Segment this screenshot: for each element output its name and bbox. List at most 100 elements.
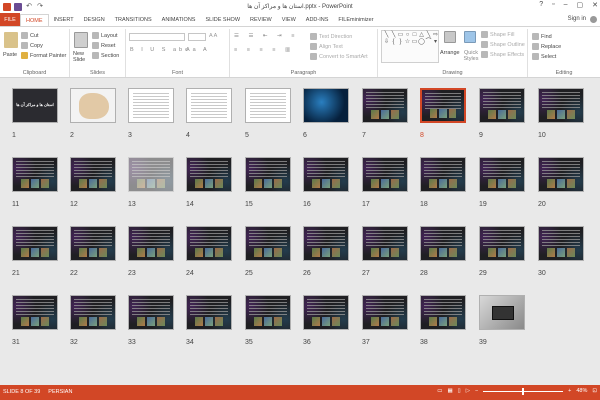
reset-button[interactable]: Reset [92, 42, 115, 49]
replace-button[interactable]: Replace [532, 43, 561, 50]
zoom-slider[interactable] [483, 387, 564, 395]
copy-button[interactable]: Copy [21, 42, 43, 49]
paste-icon[interactable] [4, 32, 18, 48]
shape-fill-button[interactable]: Shape Fill [481, 31, 514, 38]
ribbon-display-icon[interactable]: ▫ [552, 1, 554, 9]
slide-thumbnail[interactable] [303, 226, 349, 261]
shape-effects-button[interactable]: Shape Effects [481, 51, 524, 58]
slide-thumbnail[interactable] [303, 295, 349, 330]
tab-file[interactable]: FILE [0, 13, 20, 26]
slide-thumbnail[interactable] [128, 157, 174, 192]
help-icon[interactable]: ? [539, 1, 543, 9]
slide-thumbnail[interactable] [245, 157, 291, 192]
zoom-level[interactable]: 48% [576, 388, 587, 394]
font-format-buttons[interactable]: B I U S abc [130, 47, 191, 53]
maximize-icon[interactable]: ▢ [577, 1, 584, 9]
slide-thumbnail[interactable] [70, 88, 116, 123]
slide-thumbnail[interactable] [420, 295, 466, 330]
slide-thumbnail[interactable] [70, 226, 116, 261]
slide-thumbnail[interactable] [362, 295, 408, 330]
normal-view-icon[interactable]: ▭ [437, 388, 442, 394]
shape-triangle-icon[interactable]: △ [418, 32, 425, 39]
font-name-select[interactable] [129, 33, 185, 41]
shape-oval-icon[interactable]: ○ [404, 32, 411, 39]
slide-thumbnail[interactable] [479, 226, 525, 261]
arrange-icon[interactable] [444, 31, 456, 43]
shapes-gallery[interactable]: ╲ ╲ ▭ ○ □ △ ╲ ⇨ ⇩{} ☆ ▭ ◯ ⌒ ▾ [381, 30, 439, 63]
slide-thumbnail[interactable] [362, 88, 408, 123]
feedback-smiley-icon[interactable] [590, 16, 597, 23]
shape-more-icon[interactable]: ▾ [432, 39, 439, 46]
shape-line-icon[interactable]: ╲ [383, 32, 390, 39]
tab-add-ins[interactable]: ADD-INS [301, 14, 334, 26]
minimize-icon[interactable]: – [564, 1, 568, 9]
tab-design[interactable]: DESIGN [79, 14, 110, 26]
shape-arrow-icon[interactable]: ⇨ [432, 32, 439, 39]
section-button[interactable]: Section [92, 52, 119, 59]
slide-thumbnail[interactable] [245, 295, 291, 330]
paste-button[interactable]: Paste [3, 52, 17, 58]
tab-home[interactable]: HOME [20, 14, 49, 26]
shape-rect-icon[interactable]: □ [411, 32, 418, 39]
quick-styles-button[interactable]: Quick Styles [461, 50, 481, 62]
tab-fileminimizer[interactable]: FILEminimizer [333, 14, 378, 26]
shape-arrow-icon[interactable]: ⇩ [383, 39, 390, 46]
shape-outline-button[interactable]: Shape Outline [481, 41, 525, 48]
shape-oval-icon[interactable]: ◯ [418, 39, 425, 46]
slide-thumbnail[interactable] [538, 157, 584, 192]
layout-button[interactable]: Layout [92, 32, 118, 39]
slide-thumbnail[interactable] [186, 88, 232, 123]
new-slide-icon[interactable] [74, 32, 88, 48]
sign-in-link[interactable]: Sign in [568, 16, 586, 22]
convert-smartart-button[interactable]: Convert to SmartArt [310, 53, 368, 60]
new-slide-button[interactable]: New Slide [73, 51, 93, 63]
shape-brace-icon[interactable]: } [397, 39, 404, 46]
slide-thumbnail[interactable] [128, 88, 174, 123]
slide-thumbnail[interactable] [538, 226, 584, 261]
slide-thumbnail[interactable] [70, 157, 116, 192]
slide-thumbnail[interactable] [420, 226, 466, 261]
select-button[interactable]: Select [532, 53, 556, 60]
shape-rect-icon[interactable]: ▭ [411, 39, 418, 46]
tab-transitions[interactable]: TRANSITIONS [110, 14, 157, 26]
tab-animations[interactable]: ANIMATIONS [157, 14, 201, 26]
tab-view[interactable]: VIEW [277, 14, 301, 26]
slide-thumbnail[interactable] [186, 157, 232, 192]
font-color-buttons[interactable]: Aa A [186, 47, 210, 53]
slide-thumbnail[interactable] [245, 88, 291, 123]
shape-rect-icon[interactable]: ▭ [397, 32, 404, 39]
zoom-in-button[interactable]: + [568, 388, 571, 394]
slide-thumbnail[interactable] [303, 88, 349, 123]
reading-view-icon[interactable]: ▯ [458, 388, 461, 394]
slide-thumbnail[interactable] [245, 226, 291, 261]
format-painter-button[interactable]: Format Painter [21, 52, 66, 59]
tab-insert[interactable]: INSERT [49, 14, 79, 26]
cut-button[interactable]: Cut [21, 32, 39, 39]
find-button[interactable]: Find [532, 33, 552, 40]
language-indicator[interactable]: PERSIAN [48, 389, 72, 395]
list-buttons[interactable]: ☰ ☰ ⇤ ⇥ ≡ [234, 33, 298, 39]
arrange-button[interactable]: Arrange [440, 50, 460, 56]
shape-curve-icon[interactable]: ⌒ [425, 39, 432, 46]
slide-thumbnail[interactable] [420, 88, 466, 123]
align-text-button[interactable]: Align Text [310, 43, 343, 50]
alignment-buttons[interactable]: ≡ ≡ ≡ ≡ ▥ [234, 47, 294, 53]
fit-slide-icon[interactable]: ⊡ [592, 388, 597, 394]
text-direction-button[interactable]: Text Direction [310, 33, 352, 40]
slide-show-view-icon[interactable]: ▷ [466, 388, 470, 394]
font-size-select[interactable] [188, 33, 206, 41]
quick-styles-icon[interactable] [464, 31, 476, 43]
slide-thumbnail[interactable] [186, 295, 232, 330]
font-size-buttons[interactable]: A A [209, 33, 217, 39]
zoom-slider-thumb[interactable] [522, 387, 525, 395]
shape-line-icon[interactable]: ╲ [390, 32, 397, 39]
shape-line-icon[interactable]: ╲ [425, 32, 432, 39]
close-icon[interactable]: ✕ [592, 1, 598, 9]
slide-thumbnail[interactable] [362, 226, 408, 261]
slide-thumbnail[interactable] [128, 295, 174, 330]
slide-thumbnail[interactable] [12, 226, 58, 261]
slide-thumbnail[interactable] [479, 88, 525, 123]
slide-thumbnail[interactable] [303, 157, 349, 192]
slide-thumbnail[interactable] [128, 226, 174, 261]
slide-thumbnail[interactable] [12, 157, 58, 192]
